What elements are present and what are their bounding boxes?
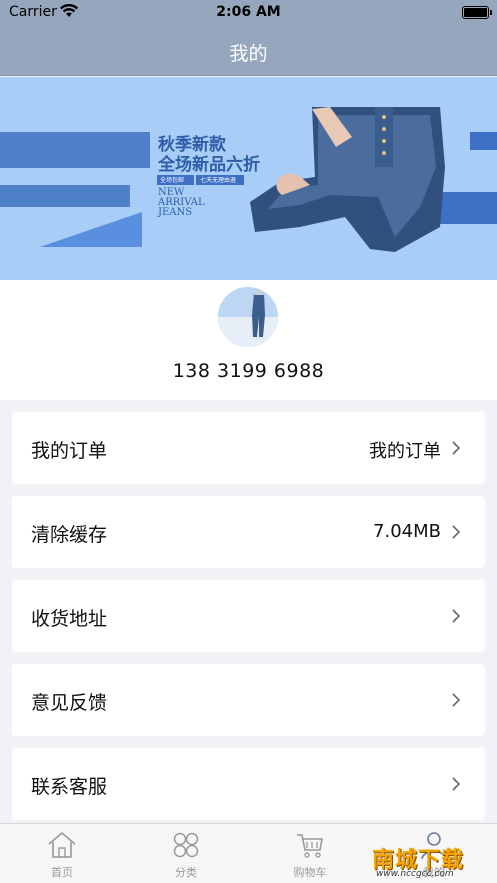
page-title: 我的	[229, 43, 268, 65]
cart-icon	[297, 834, 323, 858]
category-icon	[173, 832, 199, 858]
promo-banner[interactable]: 秋季新款 全场新品六折 全场包邮 七天无理由退 NEW ARRIVAL JEAN…	[0, 77, 497, 280]
menu-feedback[interactable]: 意见反馈	[12, 664, 485, 736]
banner-artwork	[0, 77, 497, 280]
menu-label: 清除缓存	[31, 524, 108, 546]
banner-tag-2: 七天无理由退	[200, 177, 237, 184]
clock: 2:06 AM	[216, 4, 281, 20]
cache-size-value: 7.04MB	[373, 521, 441, 542]
menu-value: 我的订单	[369, 441, 441, 462]
profile-section: 138 3199 6988	[0, 280, 497, 400]
menu-label: 联系客服	[31, 776, 108, 798]
chevron-right-icon	[452, 609, 461, 623]
banner-tag-1: 全场包邮	[160, 177, 185, 184]
menu-my-orders[interactable]: 我的订单 我的订单	[12, 412, 485, 484]
tab-home[interactable]: 首页	[0, 824, 124, 883]
avatar-image	[218, 287, 278, 347]
navigation-bar: 我的	[0, 26, 497, 76]
tab-label: 购物车	[293, 866, 327, 879]
tab-label: 分类	[175, 866, 197, 879]
tab-cart[interactable]: 购物车	[248, 824, 372, 883]
menu-label: 意见反馈	[31, 692, 108, 714]
avatar[interactable]	[218, 287, 278, 347]
chevron-right-icon	[452, 525, 461, 539]
tab-label: 首页	[51, 866, 73, 879]
chevron-right-icon	[452, 777, 461, 791]
menu-label: 我的订单	[31, 440, 108, 462]
menu-clear-cache[interactable]: 清除缓存 7.04MB	[12, 496, 485, 568]
chevron-right-icon	[452, 693, 461, 707]
status-bar: Carrier 2:06 AM	[0, 0, 497, 26]
menu-label: 收货地址	[31, 608, 108, 630]
menu-shipping-address[interactable]: 收货地址	[12, 580, 485, 652]
chevron-right-icon	[452, 441, 461, 455]
watermark-url: www.nccgcc.com	[376, 869, 454, 879]
menu-contact-service[interactable]: 联系客服	[12, 748, 485, 820]
tab-category[interactable]: 分类	[124, 824, 248, 883]
home-icon	[48, 831, 76, 858]
banner-headline-2: 全场新品六折	[158, 155, 260, 175]
banner-en-3: JEANS	[158, 207, 193, 218]
watermark-logo: 南城下载 www.nccgcc.com	[372, 842, 490, 880]
battery-icon	[462, 6, 492, 19]
phone-number: 138 3199 6988	[172, 360, 325, 382]
